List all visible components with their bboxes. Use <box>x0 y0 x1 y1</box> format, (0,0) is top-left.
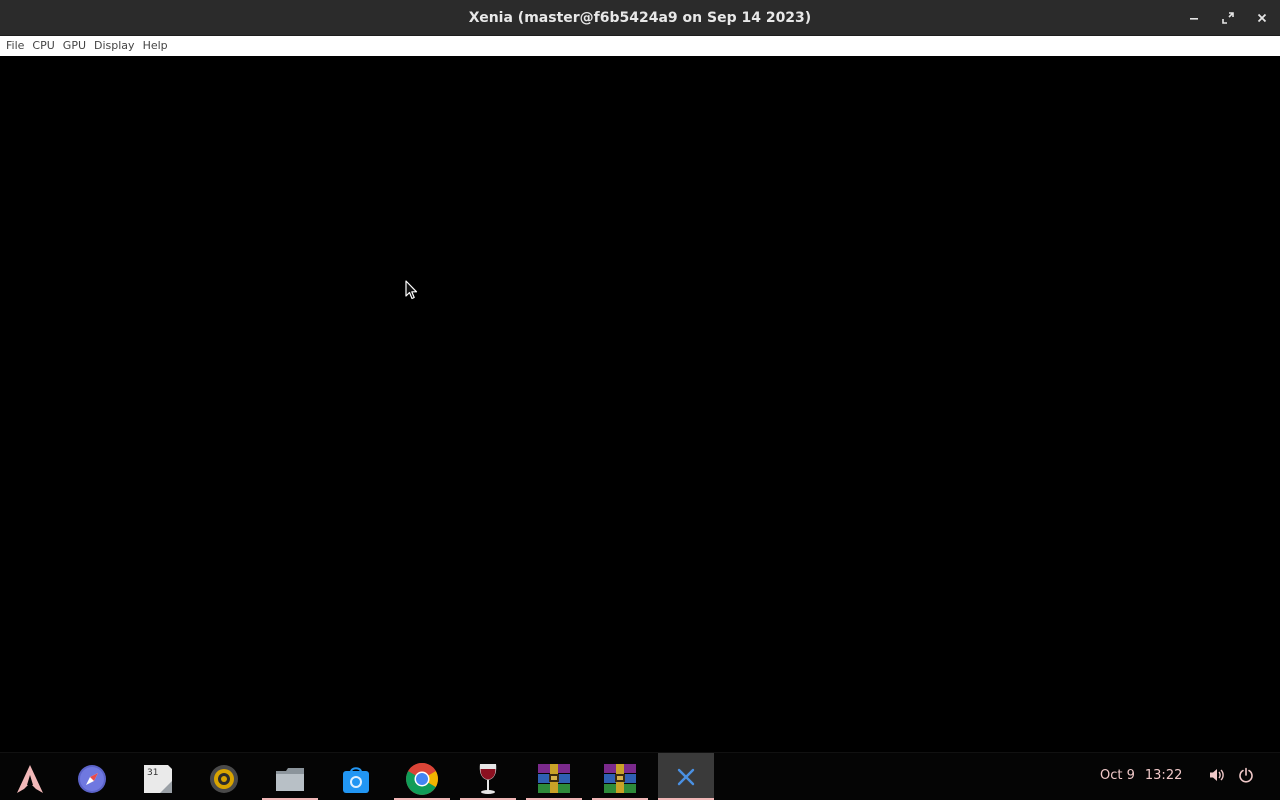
calendar-icon: 31 <box>144 765 172 793</box>
mouse-cursor-icon <box>405 280 418 300</box>
winrar-button[interactable] <box>526 757 582 800</box>
calendar-button[interactable]: 31 <box>130 757 186 800</box>
taskbar: 31 <box>0 752 1280 800</box>
speaker-app-icon <box>210 765 238 793</box>
files-icon <box>276 768 304 791</box>
store-icon <box>343 767 369 793</box>
store-button[interactable] <box>328 757 384 800</box>
power-button[interactable] <box>1237 766 1255 784</box>
clock-date: Oct 9 <box>1100 768 1135 783</box>
close-button[interactable] <box>1250 6 1274 30</box>
power-icon <box>1239 767 1253 783</box>
volume-button[interactable] <box>1208 766 1226 784</box>
winrar-button[interactable] <box>592 757 648 800</box>
minimize-button[interactable] <box>1182 6 1206 30</box>
speaker-app-button[interactable] <box>196 757 252 800</box>
close-icon <box>1257 13 1267 23</box>
compass-browser-icon <box>78 765 106 793</box>
winrar-icon <box>538 764 570 793</box>
wine-icon <box>479 764 497 794</box>
menu-help[interactable]: Help <box>139 36 172 56</box>
compass-browser-button[interactable] <box>64 757 120 800</box>
arch-launcher-icon <box>17 765 43 793</box>
clock-time: 13:22 <box>1144 768 1183 783</box>
emulator-render-area[interactable] <box>0 56 1280 752</box>
xenia-icon <box>677 768 695 786</box>
maximize-button[interactable] <box>1216 6 1240 30</box>
minimize-icon <box>1190 18 1198 20</box>
xenia-button[interactable] <box>658 753 714 800</box>
wine-button[interactable] <box>460 757 516 800</box>
arch-launcher-button[interactable] <box>2 757 58 800</box>
files-button[interactable] <box>262 757 318 800</box>
menu-gpu[interactable]: GPU <box>59 36 90 56</box>
window-titlebar[interactable]: Xenia (master@f6b5424a9 on Sep 14 2023) <box>0 0 1280 36</box>
volume-icon <box>1210 769 1224 781</box>
menu-display[interactable]: Display <box>90 36 139 56</box>
window-title: Xenia (master@f6b5424a9 on Sep 14 2023) <box>468 10 812 26</box>
desktop: Xenia (master@f6b5424a9 on Sep 14 2023) … <box>0 0 1280 800</box>
chrome-icon <box>406 763 438 795</box>
taskbar-clock[interactable]: Oct 9 13:22 <box>1100 752 1182 800</box>
menu-bar: File CPU GPU Display Help <box>0 36 1280 56</box>
winrar-icon <box>604 764 636 793</box>
restore-icon <box>1222 12 1234 24</box>
menu-cpu[interactable]: CPU <box>28 36 58 56</box>
chrome-button[interactable] <box>394 757 450 800</box>
menu-file[interactable]: File <box>2 36 28 56</box>
calendar-badge: 31 <box>147 768 158 778</box>
